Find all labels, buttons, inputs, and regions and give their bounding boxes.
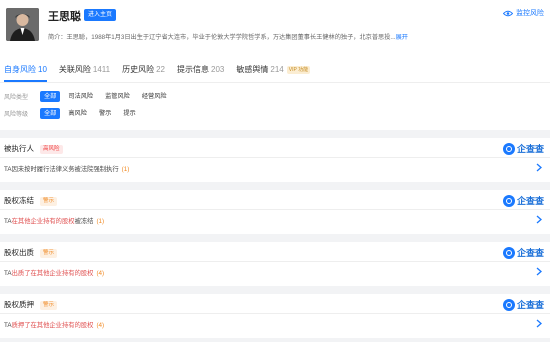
filter-risk-type: 风险类型 全部 司法风险 监管风险 经营风险 — [4, 90, 175, 102]
tab-sensitive-opinion[interactable]: 敏感舆情 214 VIP 功能 — [236, 60, 311, 82]
filter-option[interactable]: 监管风险 — [101, 91, 134, 102]
card-summary: TA出质了在其他企业持有的股权 (4) — [4, 270, 105, 277]
card-summary: TA因未按时履行法律义务被法院强制执行 (1) — [4, 166, 130, 173]
card-row[interactable]: TA因未按时履行法律义务被法院强制执行 (1) — [0, 158, 550, 178]
card-header: 股权冻结 警示 企查查 — [0, 190, 550, 210]
intro-text: 简介：王思聪，1988年1月3日出生于辽宁省大连市，毕业于伦敦大学学院哲学系，万… — [48, 32, 448, 41]
filter-option[interactable]: 经营风险 — [138, 91, 171, 102]
filter-label: 风险等级 — [4, 111, 29, 118]
qichacha-logo: 企查查 — [502, 142, 544, 155]
risk-card-executed-person: 被执行人 高风险 企查查 TA因未按时履行法律义务被法院强制执行 (1) — [0, 138, 550, 182]
card-row[interactable]: TA在其他企业持有的股权被冻结 (1) — [0, 210, 550, 230]
filter-label: 风险类型 — [4, 94, 29, 101]
filter-option[interactable]: 警示 — [95, 108, 115, 119]
filter-option[interactable]: 高风险 — [64, 108, 91, 119]
card-summary: TA质押了在其他企业持有的股权 (4) — [4, 322, 105, 329]
risk-tag: 高风险 — [40, 144, 63, 154]
person-name: 王思聪 — [48, 11, 81, 23]
chevron-right-icon[interactable] — [536, 319, 542, 328]
risk-tabs-panel: 自身风险 10 关联风险 1411 历史风险 22 提示信息 203 敏感舆情 214 VI… — [0, 52, 550, 130]
tab-self-risk[interactable]: 自身风险 10 — [4, 60, 47, 82]
card-header: 股权质押 警示 企查查 — [0, 294, 550, 314]
risk-tabs: 自身风险 10 关联风险 1411 历史风险 22 提示信息 203 敏感舆情 214 VI… — [0, 60, 318, 82]
qichacha-icon — [502, 142, 515, 155]
qichacha-logo: 企查查 — [502, 246, 544, 259]
card-summary: TA在其他企业持有的股权被冻结 (1) — [4, 218, 105, 225]
card-row[interactable]: TA出质了在其他企业持有的股权 (4) — [0, 262, 550, 282]
risk-tag: 警示 — [40, 196, 58, 206]
risk-card-equity-mortgage: 股权质押 警示 企查查 TA质押了在其他企业持有的股权 (4) — [0, 294, 550, 338]
card-header: 股权出质 警示 企查查 — [0, 242, 550, 262]
card-title: 被执行人 高风险 — [4, 143, 63, 154]
filter-option[interactable]: 全部 — [40, 107, 61, 119]
card-title: 股权质押 警示 — [4, 299, 58, 310]
card-title: 股权冻结 警示 — [4, 195, 58, 206]
tabs-divider — [0, 82, 550, 83]
card-header: 被执行人 高风险 企查查 — [0, 138, 550, 158]
risk-card-equity-pledge-out: 股权出质 警示 企查查 TA出质了在其他企业持有的股权 (4) — [0, 242, 550, 286]
risk-tag: 警示 — [40, 248, 58, 258]
intro-body: 简介：王思聪，1988年1月3日出生于辽宁省大连市，毕业于伦敦大学学院哲学系，万… — [48, 34, 396, 41]
vip-badge: VIP 功能 — [286, 65, 311, 74]
card-title: 股权出质 警示 — [4, 247, 58, 258]
filter-option[interactable]: 提示 — [119, 108, 139, 119]
qichacha-logo: 企查查 — [502, 298, 544, 311]
risk-tag: 警示 — [40, 300, 58, 310]
chevron-right-icon[interactable] — [536, 267, 542, 276]
expand-link[interactable]: 展开 — [396, 34, 408, 41]
qichacha-logo: 企查查 — [502, 194, 544, 207]
avatar[interactable] — [6, 8, 39, 41]
qichacha-icon — [502, 298, 515, 311]
chevron-right-icon[interactable] — [536, 163, 542, 172]
chevron-right-icon[interactable] — [536, 215, 542, 224]
card-row[interactable]: TA质押了在其他企业持有的股权 (4) — [0, 314, 550, 334]
tab-related-risk[interactable]: 关联风险 1411 — [59, 60, 110, 82]
qichacha-icon — [502, 246, 515, 259]
filter-risk-level: 风险等级 全部 高风险 警示 提示 — [4, 107, 144, 119]
monitor-risk-button[interactable]: 监控风险 — [503, 8, 544, 18]
enter-homepage-button[interactable]: 进入主页 — [84, 9, 116, 21]
eye-icon — [503, 10, 513, 16]
monitor-risk-label: 监控风险 — [516, 10, 544, 17]
tab-notice-info[interactable]: 提示信息 203 — [177, 60, 224, 82]
profile-header: 王思聪 进入主页 监控风险 简介：王思聪，1988年1月3日出生于辽宁省大连市，… — [0, 0, 550, 52]
tab-history-risk[interactable]: 历史风险 22 — [122, 60, 165, 82]
filter-option[interactable]: 司法风险 — [64, 91, 97, 102]
filter-option[interactable]: 全部 — [40, 90, 61, 102]
qichacha-icon — [502, 194, 515, 207]
risk-card-equity-freeze: 股权冻结 警示 企查查 TA在其他企业持有的股权被冻结 (1) — [0, 190, 550, 234]
